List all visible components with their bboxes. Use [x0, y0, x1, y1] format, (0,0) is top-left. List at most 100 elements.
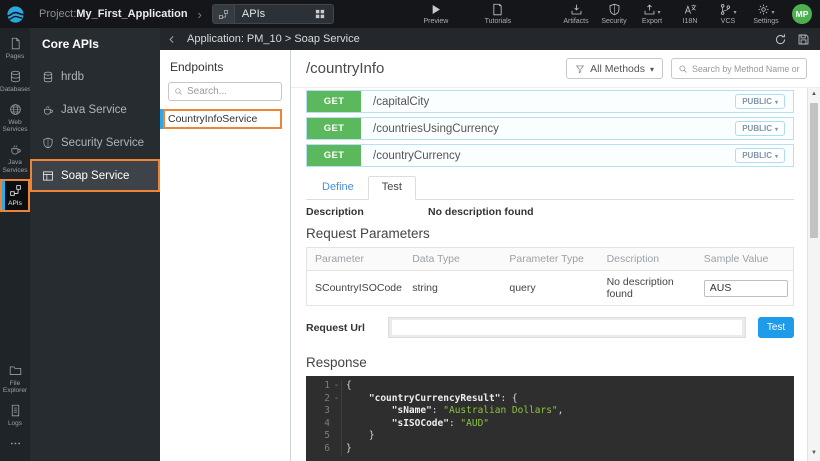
- endpoints-search-input[interactable]: [187, 86, 276, 97]
- topbar-action-label: Preview: [423, 18, 448, 25]
- collapse-icon[interactable]: [166, 34, 177, 45]
- tutorials-icon: [491, 3, 504, 16]
- request-url-label: Request Url: [306, 322, 388, 334]
- topbar-left-actions: Preview Tutorials: [420, 3, 514, 25]
- chevron-down-icon: [775, 151, 778, 160]
- description-row: Description No description found: [306, 206, 794, 218]
- core-api-item[interactable]: Soap Service: [30, 159, 160, 192]
- rail-item[interactable]: Java Services: [0, 138, 30, 179]
- rail-item[interactable]: APIs: [0, 179, 30, 212]
- topbar-action[interactable]: I18N: [674, 3, 706, 25]
- topbar-action-label: Security: [601, 18, 626, 25]
- search-icon: [678, 64, 688, 74]
- chevron-down-icon: [775, 124, 778, 133]
- access-level-dropdown[interactable]: PUBLIC: [735, 121, 785, 136]
- topbar-action[interactable]: Security: [598, 3, 630, 25]
- description-value: No description found: [428, 206, 534, 218]
- translate-icon: [684, 3, 697, 16]
- rail-item[interactable]: [0, 432, 30, 457]
- description-label: Description: [306, 206, 428, 218]
- rail-item[interactable]: Web Services: [0, 98, 30, 139]
- soap-service-icon: [42, 170, 54, 182]
- core-api-item[interactable]: hrdb: [30, 60, 160, 93]
- filter-icon: [575, 64, 585, 74]
- methods-filter-dropdown[interactable]: All Methods: [566, 58, 663, 79]
- rail-item-label: Pages: [0, 53, 30, 61]
- rail-item[interactable]: Pages: [0, 32, 30, 65]
- core-api-item-label: Java Service: [61, 104, 127, 116]
- endpoint-service-label: CountryInfoService: [168, 113, 257, 125]
- chevron-down-icon: [771, 9, 774, 16]
- core-api-item-label: Security Service: [61, 137, 144, 149]
- core-api-item[interactable]: Java Service: [30, 93, 160, 126]
- app-logo[interactable]: [0, 5, 30, 24]
- topbar-action-label: Tutorials: [485, 18, 512, 25]
- cell-parameter: SCountryISOCode: [307, 277, 404, 299]
- scrollbar-thumb[interactable]: [810, 103, 818, 238]
- code-line: 2- "countryCurrencyResult": {: [306, 393, 794, 406]
- user-avatar[interactable]: MP: [792, 4, 812, 24]
- project-label: Project:: [39, 8, 76, 20]
- app-window: Project:My_First_Application APIs Previe…: [0, 0, 820, 461]
- access-level-dropdown[interactable]: PUBLIC: [735, 148, 785, 163]
- scroll-down-arrow[interactable]: [808, 447, 820, 459]
- web-services-icon: [9, 103, 22, 116]
- code-line: 6}: [306, 443, 794, 456]
- api-endpoint-row[interactable]: GET /countryCurrency PUBLIC: [306, 144, 794, 167]
- grid-icon[interactable]: [314, 8, 326, 20]
- topbar-action-label: Settings: [753, 18, 778, 25]
- pages-icon: [9, 37, 22, 50]
- more-icon: [9, 437, 22, 450]
- request-url-row: Request Url Test: [306, 317, 794, 338]
- code-line: 4 "sISOCode": "AUD": [306, 418, 794, 431]
- tab[interactable]: Test: [368, 176, 416, 200]
- sample-value-input[interactable]: [704, 280, 788, 297]
- api-icon: [218, 9, 229, 20]
- search-icon: [174, 87, 183, 96]
- topbar-action[interactable]: Artifacts: [560, 3, 592, 25]
- rail-item[interactable]: Databases: [0, 65, 30, 98]
- vertical-scrollbar[interactable]: [807, 88, 820, 461]
- database-icon: [42, 71, 54, 83]
- topbar-action[interactable]: Tutorials: [482, 3, 514, 25]
- http-method-badge: GET: [307, 91, 361, 112]
- request-parameters-table: Parameter Data Type Parameter Type Descr…: [306, 247, 794, 306]
- response-code-editor[interactable]: 1-{2- "countryCurrencyResult": {3 "sName…: [306, 376, 794, 461]
- detail-tabs: Define Test: [306, 176, 794, 200]
- rail-item[interactable]: File Explorer: [0, 359, 30, 400]
- rail-item[interactable]: Logs: [0, 399, 30, 432]
- response-title: Response: [306, 355, 794, 370]
- request-url-input[interactable]: [392, 320, 742, 335]
- api-endpoint-row[interactable]: GET /countriesUsingCurrency PUBLIC: [306, 117, 794, 140]
- service-selector-dropdown[interactable]: APIs: [212, 4, 334, 24]
- rail-item-label: Web Services: [0, 119, 30, 135]
- refresh-icon[interactable]: [774, 33, 787, 46]
- methods-filter-label: All Methods: [590, 63, 645, 75]
- apis-icon: [9, 184, 22, 197]
- cell-parameter-type: query: [501, 277, 598, 299]
- test-button[interactable]: Test: [758, 317, 794, 338]
- method-search-input[interactable]: [692, 64, 800, 74]
- table-row: SCountryISOCode string query No descript…: [307, 271, 793, 305]
- security-shield-icon: [42, 137, 54, 149]
- settings-gear-icon: [757, 3, 770, 16]
- endpoints-title: Endpoints: [168, 60, 282, 74]
- chevron-down-icon: [733, 9, 736, 16]
- api-endpoint-row[interactable]: GET /capitalCity PUBLIC: [306, 90, 794, 113]
- topbar-action[interactable]: VCS: [712, 3, 744, 25]
- topbar-action[interactable]: Preview: [420, 3, 452, 25]
- topbar-action[interactable]: Settings: [750, 3, 782, 25]
- selector-icon-box: [213, 5, 235, 23]
- save-icon[interactable]: [797, 33, 810, 46]
- tab[interactable]: Define: [308, 176, 368, 199]
- code-line: 1-{: [306, 380, 794, 393]
- chevron-down-icon: [650, 63, 654, 75]
- core-apis-panel: Core APIs hrdb Java Service S: [30, 28, 160, 461]
- scroll-up-arrow[interactable]: [808, 88, 820, 100]
- core-api-item[interactable]: Security Service: [30, 126, 160, 159]
- main-header: /countryInfo All Methods: [291, 50, 820, 88]
- logs-icon: [9, 404, 22, 417]
- endpoint-service-item[interactable]: CountryInfoService: [160, 109, 290, 129]
- topbar-action[interactable]: Export: [636, 3, 668, 25]
- access-level-dropdown[interactable]: PUBLIC: [735, 94, 785, 109]
